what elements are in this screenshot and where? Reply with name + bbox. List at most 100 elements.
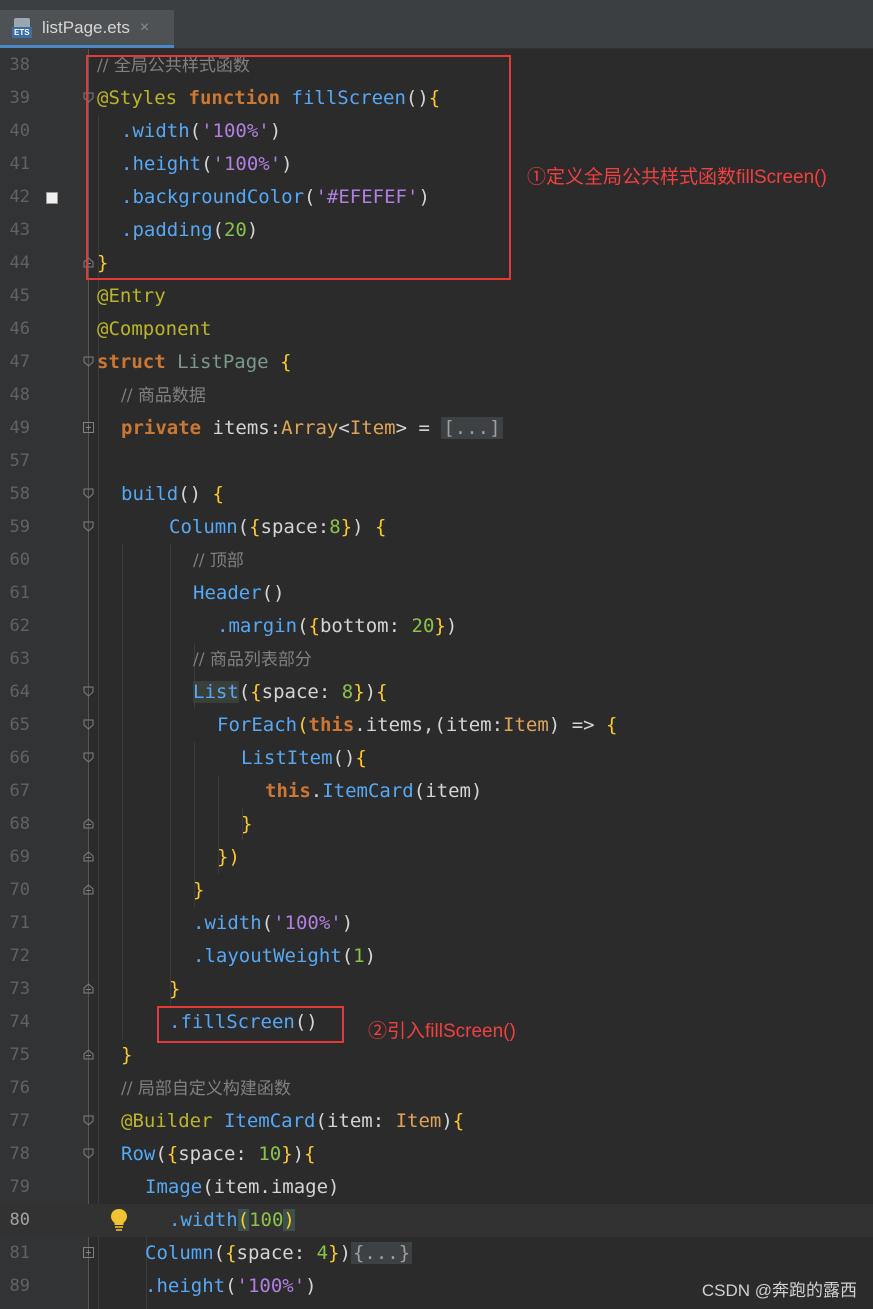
line-code: // 顶部 [193, 551, 244, 571]
line-number: 57 [9, 451, 30, 471]
line-code: this.ItemCard(item) [265, 780, 483, 802]
annotation-note-2: ②引入fillScreen() [368, 1021, 516, 1042]
fold-open-icon[interactable] [83, 752, 94, 763]
folded-code-placeholder[interactable]: [...] [441, 417, 503, 439]
line-number: 74 [9, 1012, 30, 1032]
line-number: 63 [9, 649, 30, 669]
ets-file-icon: ETS [12, 17, 34, 38]
line-number: 69 [9, 847, 30, 867]
line-number: 58 [9, 484, 30, 504]
line-code: } [241, 813, 253, 835]
code-line: 67 this.ItemCard(item) [0, 775, 873, 808]
editor-tab-bar: ETS listPage.ets × [0, 10, 873, 49]
line-code: // 商品数据 [121, 386, 206, 406]
watermark: CSDN @奔跑的露西 [701, 1281, 857, 1300]
line-code: Column({space:8}) { [169, 516, 387, 538]
line-code: .margin({bottom: 20}) [217, 615, 458, 637]
line-number: 38 [9, 55, 30, 75]
code-line: 63 // 商品列表部分 [0, 643, 873, 676]
line-number: 76 [9, 1078, 30, 1098]
code-line: 72 .layoutWeight(1) [0, 940, 873, 973]
line-code: @Builder ItemCard(item: Item){ [121, 1110, 465, 1132]
line-code: }) [217, 846, 240, 868]
line-code: .layoutWeight(1) [193, 945, 377, 967]
line-code: Column({space: 4}) {...} [145, 1242, 413, 1264]
line-number: 67 [9, 781, 30, 801]
fold-open-icon[interactable] [83, 1115, 94, 1126]
code-line: 61 Header() [0, 577, 873, 610]
fold-open-icon[interactable] [83, 686, 94, 697]
line-code: .width(100) [169, 1209, 295, 1231]
fold-expand-icon[interactable] [83, 1247, 94, 1258]
code-line: 45 @Entry [0, 280, 873, 313]
tab-title: listPage.ets [42, 17, 130, 37]
fold-open-icon[interactable] [83, 719, 94, 730]
line-number: 62 [9, 616, 30, 636]
line-code: } [169, 978, 181, 1000]
code-line: 46 @Component [0, 313, 873, 346]
line-number: 60 [9, 550, 30, 570]
line-number: 68 [9, 814, 30, 834]
fold-open-icon[interactable] [83, 488, 94, 499]
code-line: 76 // 局部自定义构建函数 [0, 1072, 873, 1105]
fold-close-icon[interactable] [83, 818, 94, 829]
ide-window: { "editor": { "tab": { "title": "listPag… [0, 0, 873, 1309]
line-code: // 局部自定义构建函数 [121, 1079, 291, 1099]
code-line: 65 ForEach(this.items,(item:Item) => { [0, 709, 873, 742]
code-line: 70 } [0, 874, 873, 907]
fold-close-icon[interactable] [83, 851, 94, 862]
line-code: // 商品列表部分 [193, 650, 312, 670]
line-code: Header() [193, 582, 285, 604]
line-number: 59 [9, 517, 30, 537]
fold-expand-icon[interactable] [83, 422, 94, 433]
line-code: @Component [97, 318, 212, 340]
line-code: } [121, 1044, 133, 1066]
line-number: 77 [9, 1111, 30, 1131]
annotation-box-styles-function [86, 55, 511, 280]
code-line: 66 ListItem(){ [0, 742, 873, 775]
annotation-note-1: ①定义全局公共样式函数fillScreen() [527, 167, 827, 188]
line-number: 41 [9, 154, 30, 174]
line-code: struct ListPage { [97, 351, 292, 373]
line-code: ForEach(this.items,(item:Item) => { [217, 714, 618, 736]
folded-code-placeholder[interactable]: {...} [350, 1242, 413, 1264]
line-number: 73 [9, 979, 30, 999]
line-number: 61 [9, 583, 30, 603]
fold-open-icon[interactable] [83, 356, 94, 367]
line-number: 65 [9, 715, 30, 735]
code-line: 62 .margin({bottom: 20}) [0, 610, 873, 643]
line-number: 66 [9, 748, 30, 768]
line-code: List({space: 8}){ [193, 681, 388, 703]
lightbulb-icon[interactable] [110, 1208, 128, 1232]
line-code: Row({space: 10}){ [121, 1143, 316, 1165]
tab-listpage-ets[interactable]: ETS listPage.ets × [0, 10, 174, 48]
line-number: 75 [9, 1045, 30, 1065]
line-number: 48 [9, 385, 30, 405]
line-number: 70 [9, 880, 30, 900]
line-number: 89 [9, 1276, 30, 1296]
line-number: 64 [9, 682, 30, 702]
fold-close-icon[interactable] [83, 1049, 94, 1060]
line-number: 46 [9, 319, 30, 339]
line-number: 44 [9, 253, 30, 273]
annotation-box-fillscreen-call [157, 1006, 344, 1043]
fold-open-icon[interactable] [83, 521, 94, 532]
code-line: 60 // 顶部 [0, 544, 873, 577]
code-line: 57 [0, 445, 873, 478]
fold-close-icon[interactable] [83, 884, 94, 895]
close-icon[interactable]: × [140, 19, 149, 37]
code-line: 64 List({space: 8}){ [0, 676, 873, 709]
fold-close-icon[interactable] [83, 983, 94, 994]
code-line: 78 Row({space: 10}){ [0, 1138, 873, 1171]
line-number: 80 [9, 1210, 30, 1230]
line-number: 71 [9, 913, 30, 933]
line-code: .width('100%') [193, 912, 354, 934]
line-code: Image(item.image) [145, 1176, 340, 1198]
code-line: 69 }) [0, 841, 873, 874]
fold-open-icon[interactable] [83, 1148, 94, 1159]
line-code: build() { [121, 483, 224, 505]
line-number: 79 [9, 1177, 30, 1197]
code-line: 49 private items:Array<Item> = [...] [0, 412, 873, 445]
color-swatch-icon[interactable] [46, 192, 58, 204]
line-number: 45 [9, 286, 30, 306]
